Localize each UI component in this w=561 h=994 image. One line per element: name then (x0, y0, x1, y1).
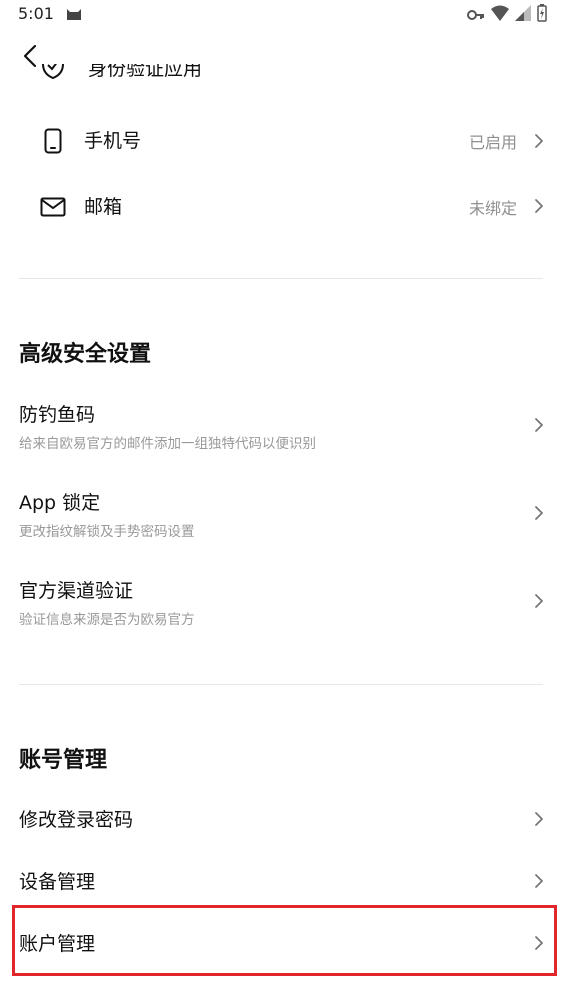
email-status: 未绑定 (468, 199, 517, 218)
change-login-password-row[interactable]: 修改登录密码 (0, 794, 561, 844)
wifi-icon (491, 5, 509, 25)
status-bar: 5:01 (0, 0, 561, 28)
shield-check-icon (40, 64, 66, 85)
email-label: 邮箱 (84, 196, 123, 218)
account-management-title: 账号管理 (19, 748, 108, 773)
mail-icon (40, 194, 66, 220)
chevron-right-icon (535, 134, 543, 148)
device-management-title: 设备管理 (19, 871, 96, 893)
anti-phishing-code-desc: 给来自欧易官方的邮件添加一组独特代码以便识别 (19, 436, 316, 452)
app-lock-row[interactable]: App 锁定 更改指纹解锁及手势密码设置 (0, 488, 561, 564)
cell-signal-icon (515, 5, 531, 25)
anti-phishing-code-row[interactable]: 防钓鱼码 给来自欧易官方的邮件添加一组独特代码以便识别 (0, 400, 561, 476)
device-management-row[interactable]: 设备管理 (0, 856, 561, 906)
official-channel-verification-row[interactable]: 官方渠道验证 验证信息来源是否为欧易官方 (0, 576, 561, 652)
phone-label: 手机号 (84, 130, 142, 152)
section-divider (19, 684, 543, 685)
authenticator-app-label: 身份验证应用 (88, 64, 203, 80)
official-channel-verification-desc: 验证信息来源是否为欧易官方 (19, 612, 195, 628)
key-icon (467, 6, 485, 25)
email-row[interactable]: 邮箱 未绑定 (0, 180, 561, 232)
phone-row[interactable]: 手机号 已启用 (0, 114, 561, 166)
advanced-security-title: 高级安全设置 (19, 342, 152, 367)
chevron-right-icon (535, 812, 543, 826)
highlight-annotation-box (12, 905, 557, 976)
phone-status: 已启用 (468, 133, 517, 152)
status-time: 5:01 (18, 4, 54, 23)
authenticator-app-row[interactable]: 身份验证应用 (0, 64, 561, 88)
section-divider (19, 278, 543, 279)
anti-phishing-code-title: 防钓鱼码 (19, 404, 96, 426)
status-icons (467, 4, 547, 26)
change-login-password-title: 修改登录密码 (19, 809, 134, 831)
chevron-right-icon (535, 874, 543, 888)
cat-notification-icon (66, 6, 82, 25)
chevron-right-icon (535, 594, 543, 608)
chevron-right-icon (535, 506, 543, 520)
app-lock-desc: 更改指纹解锁及手势密码设置 (19, 524, 195, 540)
battery-charging-icon (537, 4, 547, 26)
chevron-right-icon (535, 199, 543, 213)
phone-icon (40, 128, 66, 154)
chevron-right-icon (535, 418, 543, 432)
app-lock-title: App 锁定 (19, 492, 101, 514)
official-channel-verification-title: 官方渠道验证 (19, 580, 134, 602)
